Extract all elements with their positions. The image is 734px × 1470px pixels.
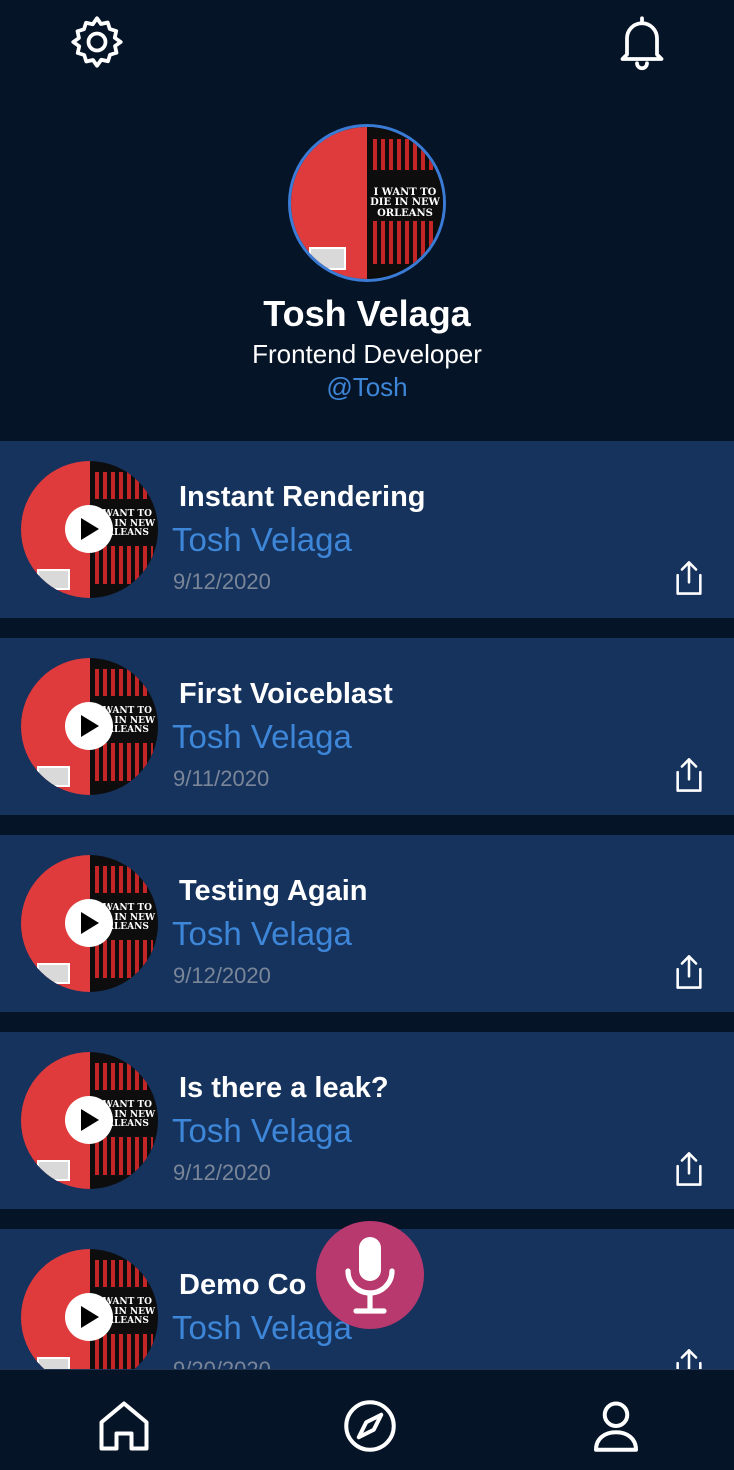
share-button[interactable]	[668, 557, 710, 599]
card-album-art: I WANT TO DIE IN NEW ORLEANS	[21, 855, 158, 992]
card-album-art: I WANT TO DIE IN NEW ORLEANS	[21, 1249, 158, 1369]
art-stamp	[37, 1357, 71, 1369]
play-icon	[81, 518, 99, 540]
item-author[interactable]: Tosh Velaga	[172, 1309, 352, 1347]
art-stamp	[37, 963, 71, 984]
nav-profile[interactable]	[584, 1394, 648, 1458]
card-album-art: I WANT TO DIE IN NEW ORLEANS	[21, 1052, 158, 1189]
nav-home[interactable]	[92, 1394, 156, 1458]
feed-item[interactable]: I WANT TO DIE IN NEW ORLEANS Is there a …	[0, 1032, 734, 1209]
item-author[interactable]: Tosh Velaga	[172, 1112, 352, 1150]
item-date: 9/12/2020	[173, 569, 271, 594]
share-icon	[676, 1349, 702, 1369]
share-icon	[676, 561, 702, 595]
notifications-button[interactable]	[612, 12, 672, 72]
microphone-icon	[345, 1237, 395, 1314]
album-art: I WANT TO DIE IN NEW ORLEANS	[291, 127, 443, 279]
profile-name: Tosh Velaga	[263, 293, 471, 334]
share-button[interactable]	[668, 1148, 710, 1190]
share-icon	[676, 1152, 702, 1186]
item-title: Testing Again	[179, 875, 368, 907]
art-text: I WANT TO DIE IN NEW ORLEANS	[370, 186, 440, 219]
user-icon	[594, 1401, 638, 1452]
bell-icon	[620, 16, 664, 71]
card-album-art: I WANT TO DIE IN NEW ORLEANS	[21, 658, 158, 795]
item-author[interactable]: Tosh Velaga	[172, 915, 352, 953]
art-stamp	[309, 247, 346, 270]
play-icon	[81, 715, 99, 737]
share-button[interactable]	[668, 951, 710, 993]
play-icon	[81, 912, 99, 934]
profile-role: Frontend Developer	[252, 339, 482, 369]
settings-button[interactable]	[67, 12, 127, 72]
nav-explore[interactable]	[338, 1394, 402, 1458]
play-button[interactable]	[65, 1096, 113, 1144]
share-icon	[676, 955, 702, 989]
play-button[interactable]	[65, 899, 113, 947]
share-button[interactable]	[668, 1345, 710, 1369]
profile-avatar: I WANT TO DIE IN NEW ORLEANS	[288, 124, 446, 282]
item-date: 9/12/2020	[173, 1160, 271, 1185]
item-author[interactable]: Tosh Velaga	[172, 521, 352, 559]
item-date: 9/11/2020	[173, 766, 270, 791]
share-icon	[676, 758, 702, 792]
item-date: 9/20/2020	[173, 1357, 271, 1369]
feed-item[interactable]: I WANT TO DIE IN NEW ORLEANS First Voice…	[0, 638, 734, 815]
app-screen: I WANT TO DIE IN NEW ORLEANS Tosh Velaga…	[0, 0, 734, 1470]
item-title: Instant Rendering	[179, 481, 426, 513]
bottom-navigation	[0, 1369, 734, 1470]
card-album-art: I WANT TO DIE IN NEW ORLEANS	[21, 461, 158, 598]
profile-handle[interactable]: @Tosh	[0, 370, 734, 404]
item-title: Demo Co	[179, 1269, 307, 1301]
play-button[interactable]	[65, 702, 113, 750]
item-title: First Voiceblast	[179, 678, 393, 710]
art-stamp	[37, 1160, 71, 1181]
play-button[interactable]	[65, 505, 113, 553]
art-stamp	[37, 569, 71, 590]
compass-icon	[344, 1400, 396, 1452]
feed-item[interactable]: I WANT TO DIE IN NEW ORLEANS Testing Aga…	[0, 835, 734, 1012]
gear-icon	[71, 16, 123, 68]
play-icon	[81, 1306, 99, 1328]
item-date: 9/12/2020	[173, 963, 271, 988]
home-icon	[99, 1401, 149, 1451]
item-title: Is there a leak?	[179, 1072, 389, 1104]
record-button[interactable]	[316, 1221, 424, 1329]
profile-header: I WANT TO DIE IN NEW ORLEANS Tosh Velaga…	[0, 120, 734, 404]
share-button[interactable]	[668, 754, 710, 796]
play-icon	[81, 1109, 99, 1131]
art-stamp	[37, 766, 71, 787]
feed-item[interactable]: I WANT TO DIE IN NEW ORLEANS Instant Ren…	[0, 441, 734, 618]
item-author[interactable]: Tosh Velaga	[172, 718, 352, 756]
play-button[interactable]	[65, 1293, 113, 1341]
